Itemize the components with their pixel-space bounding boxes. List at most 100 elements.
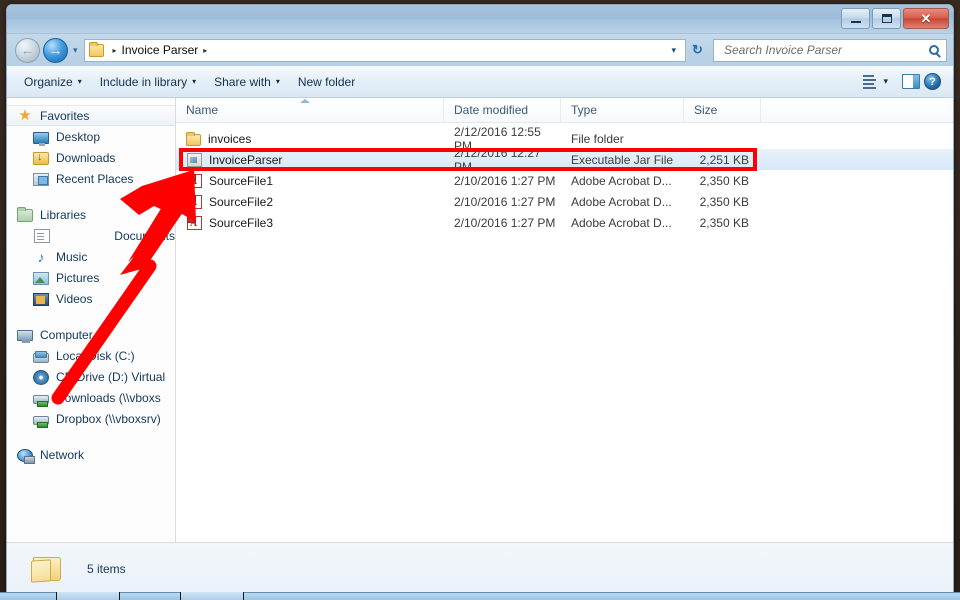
column-header-type[interactable]: Type: [561, 97, 684, 123]
search-input[interactable]: [722, 42, 929, 58]
file-name-cell[interactable]: SourceFile3: [176, 215, 444, 230]
sidebar-label-downloads-network: Downloads (\\vboxs: [56, 390, 161, 405]
file-size-cell: 2,251 KB: [699, 152, 749, 167]
help-icon[interactable]: ?: [924, 73, 941, 90]
column-header-name[interactable]: Name: [176, 97, 444, 123]
sidebar-item-libraries[interactable]: Libraries: [7, 204, 175, 225]
nav-group-favorites: ★ Favorites Desktop Downloads Recent Pla…: [7, 105, 175, 189]
forward-arrow-icon: →: [48, 42, 63, 58]
search-box[interactable]: [713, 38, 947, 62]
pdf-file-icon: [187, 194, 202, 209]
file-date-cell: 2/10/2016 1:27 PM: [454, 194, 556, 209]
search-icon: [929, 45, 939, 55]
sidebar-label-pictures: Pictures: [56, 270, 100, 285]
library-folder-icon: [17, 207, 33, 222]
table-row[interactable]: SourceFile2 2/10/2016 1:27 PM Adobe Acro…: [176, 191, 953, 212]
sidebar-item-desktop[interactable]: Desktop: [7, 126, 175, 147]
computer-icon: [17, 330, 33, 343]
close-button[interactable]: ✕: [903, 8, 949, 29]
navigation-pane[interactable]: ★ Favorites Desktop Downloads Recent Pla…: [7, 98, 176, 542]
file-name-cell[interactable]: InvoiceParser: [176, 152, 444, 167]
sidebar-item-cd-drive-d[interactable]: CD Drive (D:) Virtual: [7, 366, 175, 387]
breadcrumb-path-segment[interactable]: Invoice Parser: [122, 43, 199, 57]
table-row[interactable]: invoices 2/12/2016 12:55 PM File folder: [176, 125, 953, 153]
explorer-content: ★ Favorites Desktop Downloads Recent Pla…: [7, 97, 953, 542]
sidebar-label-videos: Videos: [56, 291, 93, 306]
sidebar-label-cd-drive-d: CD Drive (D:) Virtual: [56, 369, 166, 384]
taskbar[interactable]: [0, 592, 960, 600]
file-name-cell[interactable]: invoices: [176, 131, 444, 146]
sidebar-item-local-disk-c[interactable]: Local Disk (C:): [7, 345, 175, 366]
video-icon: [33, 293, 49, 306]
history-dropdown-button[interactable]: ▾: [73, 45, 78, 56]
table-row[interactable]: InvoiceParser 2/12/2016 12:27 PM Executa…: [176, 146, 953, 174]
forward-button[interactable]: →: [43, 37, 68, 63]
column-header-size[interactable]: Size: [684, 97, 761, 123]
sidebar-item-downloads-network[interactable]: Downloads (\\vboxs: [7, 387, 175, 408]
column-header-name-label: Name: [186, 102, 219, 117]
chevron-down-icon: ▾: [192, 77, 197, 86]
breadcrumb-separator-trailing[interactable]: ▸: [203, 46, 207, 55]
file-date-cell: 2/10/2016 1:27 PM: [454, 173, 556, 188]
sidebar-item-computer[interactable]: Computer: [7, 324, 175, 345]
pdf-file-icon: [187, 215, 202, 230]
chevron-down-icon: ▾: [77, 77, 82, 86]
table-row[interactable]: SourceFile3 2/10/2016 1:27 PM Adobe Acro…: [176, 212, 953, 233]
minimize-button[interactable]: [841, 8, 870, 29]
minimize-icon: [850, 21, 861, 23]
file-name-label: InvoiceParser: [209, 152, 283, 167]
file-list-pane[interactable]: Name Date modified Type Size invoices 2/…: [176, 97, 953, 542]
folder-icon: [31, 554, 65, 584]
view-chevron-down-icon[interactable]: ▾: [883, 76, 888, 87]
sidebar-item-dropbox-network[interactable]: Dropbox (\\vboxsrv): [7, 408, 175, 429]
toolbar-new-folder-label: New folder: [297, 74, 356, 89]
taskbar-button[interactable]: [180, 592, 244, 600]
toolbar-organize-label: Organize: [24, 74, 73, 89]
file-type-cell: Adobe Acrobat D...: [571, 194, 672, 209]
preview-pane-icon[interactable]: [902, 74, 920, 89]
file-date-cell: 2/10/2016 1:27 PM: [454, 215, 556, 230]
table-row[interactable]: SourceFile1 2/10/2016 1:27 PM Adobe Acro…: [176, 170, 953, 191]
sidebar-label-documents: Documents: [114, 228, 175, 243]
toolbar-item-share-with[interactable]: Share with ▾: [205, 71, 289, 93]
window-title-bar[interactable]: ✕: [7, 5, 953, 34]
maximize-button[interactable]: [872, 8, 901, 29]
file-name-cell[interactable]: SourceFile2: [176, 194, 444, 209]
sidebar-item-videos[interactable]: Videos: [7, 288, 175, 309]
sidebar-label-music: Music: [56, 249, 88, 264]
column-header-type-label: Type: [571, 102, 598, 117]
column-header-date-modified[interactable]: Date modified: [444, 97, 561, 123]
back-button[interactable]: ←: [15, 37, 40, 63]
toolbar-item-new-folder[interactable]: New folder: [289, 71, 364, 93]
sidebar-item-music[interactable]: ♪ Music: [7, 246, 175, 267]
toolbar-share-label: Share with: [214, 74, 271, 89]
folder-icon: [186, 131, 201, 146]
breadcrumb-bar[interactable]: ▸ Invoice Parser ▸ ▾: [83, 38, 686, 62]
toolbar-item-include-in-library[interactable]: Include in library ▾: [91, 71, 205, 93]
toolbar-item-organize[interactable]: Organize ▾: [15, 71, 91, 93]
sidebar-item-network[interactable]: Network: [7, 444, 175, 465]
address-dropdown-icon[interactable]: ▾: [664, 45, 683, 56]
file-name-label: SourceFile3: [209, 215, 274, 230]
file-name-label: SourceFile1: [209, 173, 274, 188]
sidebar-item-favorites[interactable]: ★ Favorites: [7, 105, 175, 126]
sort-ascending-icon: [300, 98, 310, 103]
sidebar-item-downloads[interactable]: Downloads: [7, 147, 175, 168]
sidebar-item-documents[interactable]: Documents: [7, 225, 175, 246]
taskbar-button[interactable]: [56, 592, 120, 600]
file-type-cell: Adobe Acrobat D...: [571, 173, 672, 188]
desktop-background: ✕ ← → ▾ ▸ Invoice Parser ▸ ▾ ↻ Search In…: [0, 0, 960, 600]
network-drive-icon: [33, 415, 49, 428]
change-view-icon[interactable]: [863, 74, 879, 89]
file-type-cell: Executable Jar File: [571, 152, 674, 167]
file-name-cell[interactable]: SourceFile1: [176, 173, 444, 188]
refresh-button[interactable]: ↻: [686, 38, 708, 62]
sidebar-label-local-disk-c: Local Disk (C:): [56, 348, 135, 363]
sidebar-item-recent-places[interactable]: Recent Places: [7, 168, 175, 189]
file-name-label: invoices: [208, 131, 252, 146]
sidebar-label-computer: Computer: [40, 327, 93, 342]
network-icon: [17, 449, 35, 464]
sidebar-item-pictures[interactable]: Pictures: [7, 267, 175, 288]
window-controls: ✕: [841, 8, 949, 29]
